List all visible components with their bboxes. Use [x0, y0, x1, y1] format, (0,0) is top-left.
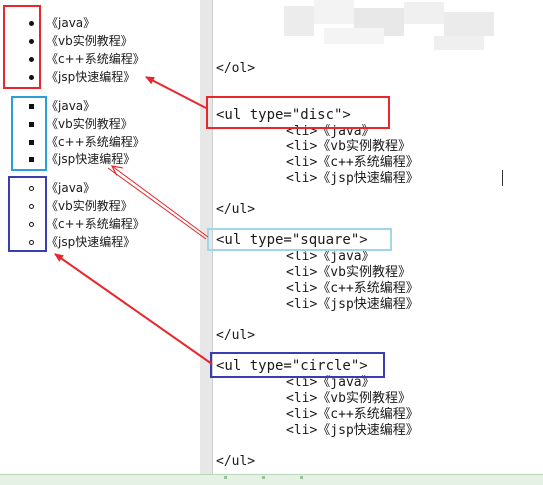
arrow-square-secondary	[107, 167, 207, 240]
arrow-circle	[54, 253, 213, 365]
arrow-disc	[145, 76, 207, 109]
annotation-arrows	[54, 76, 213, 365]
arrow-square	[112, 166, 209, 238]
